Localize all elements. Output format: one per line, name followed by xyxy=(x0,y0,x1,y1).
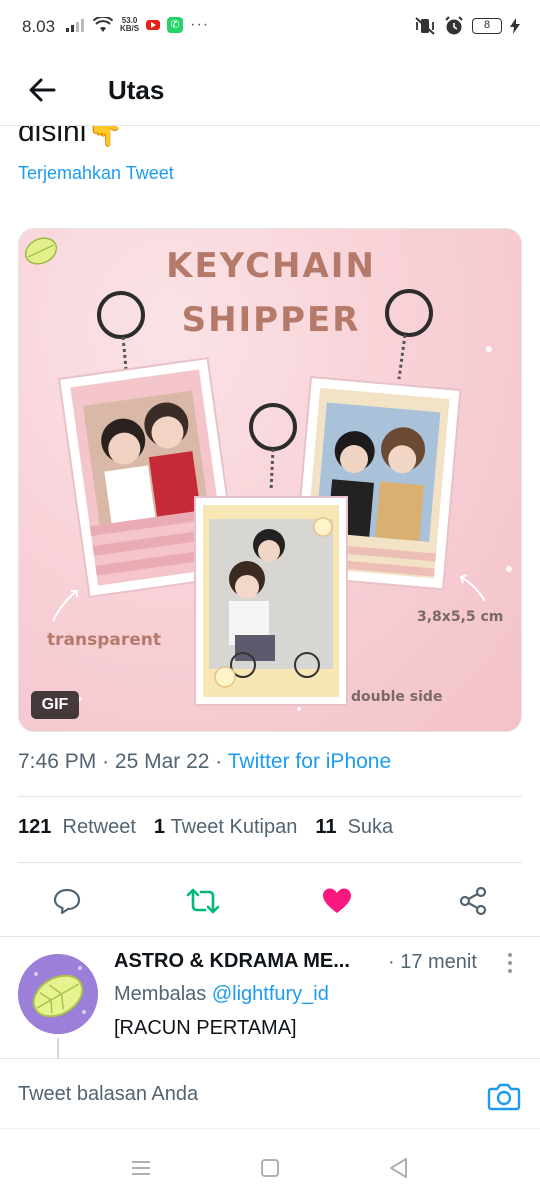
menu-icon xyxy=(132,1161,150,1175)
reply-text: [RACUN PERTAMA] xyxy=(114,1017,297,1039)
arrow-left-icon xyxy=(29,78,56,102)
alarm-icon xyxy=(445,16,463,35)
media-illustration: KEYCHAIN SHIPPER transparent 3,8x5,5 cm … xyxy=(24,237,512,711)
thread-line xyxy=(57,1038,59,1058)
app-header: Utas xyxy=(0,56,540,126)
share-button[interactable] xyxy=(454,882,492,920)
reply-more-button[interactable] xyxy=(500,948,520,978)
share-icon xyxy=(459,886,487,916)
quotes-stat[interactable]: 1 Tweet Kutipan xyxy=(154,816,297,839)
retweet-icon xyxy=(186,888,220,914)
like-button[interactable] xyxy=(318,882,356,920)
heart-icon xyxy=(323,888,351,913)
tweet-meta: 7:46 PM · 25 Mar 22 · Twitter for iPhone xyxy=(18,750,392,773)
status-time: 8.03 xyxy=(22,17,56,36)
system-back-button[interactable] xyxy=(386,1155,412,1181)
tweet-source-link[interactable]: Twitter for iPhone xyxy=(228,750,391,773)
whatsapp-icon: ✆ xyxy=(167,17,184,33)
status-bar: 8.03 53.0 KB/S ✆ ··· 8 xyxy=(0,0,540,56)
reply-time: · 17 menit xyxy=(388,951,477,973)
recents-button[interactable] xyxy=(128,1155,154,1181)
tweet-time: 7:46 PM xyxy=(18,750,97,773)
tweet-actions xyxy=(0,876,540,926)
retweets-stat[interactable]: 121 Retweet xyxy=(18,816,136,839)
leaf-avatar-icon xyxy=(18,954,98,1034)
translate-tweet-link[interactable]: Terjemahkan Tweet xyxy=(18,163,174,184)
triangle-back-icon xyxy=(390,1158,407,1178)
avatar[interactable] xyxy=(18,954,98,1034)
divider xyxy=(18,796,522,797)
gif-badge: GIF xyxy=(31,691,79,719)
wifi-icon xyxy=(93,17,113,32)
more-notifications-icon: ··· xyxy=(190,16,210,33)
media-label-double-side: double side xyxy=(351,689,442,705)
tweet-media-gif[interactable]: KEYCHAIN SHIPPER transparent 3,8x5,5 cm … xyxy=(18,228,522,732)
net-speed: 53.0 KB/S xyxy=(120,16,140,33)
keychain-title-line2: SHIPPER xyxy=(182,300,361,340)
tweet-stats: 121 Retweet 1 Tweet Kutipan 11 Suka xyxy=(18,816,393,839)
divider xyxy=(18,862,522,863)
replying-to: Membalas @lightfury_id xyxy=(114,983,329,1005)
media-label-size: 3,8x5,5 cm xyxy=(417,609,503,625)
retweet-button[interactable] xyxy=(184,882,222,920)
reply-button[interactable] xyxy=(48,882,86,920)
page-title: Utas xyxy=(108,75,165,105)
reply-composer: Tweet balasan Anda xyxy=(0,1058,540,1128)
mention-link[interactable]: @lightfury_id xyxy=(212,983,329,1005)
youtube-icon xyxy=(146,20,161,30)
home-square-icon xyxy=(261,1159,279,1177)
status-right-icons: 8 xyxy=(414,16,520,36)
vibrate-off-icon xyxy=(415,17,435,35)
back-button[interactable] xyxy=(22,70,62,110)
keychain-title-line1: KEYCHAIN xyxy=(166,246,376,286)
media-label-transparent: transparent xyxy=(47,630,161,650)
camera-icon xyxy=(487,1083,521,1111)
status-left-icons: 53.0 KB/S ✆ ··· xyxy=(66,16,209,34)
more-vertical-icon xyxy=(508,953,512,973)
likes-stat[interactable]: 11 Suka xyxy=(315,816,393,839)
reply-input[interactable]: Tweet balasan Anda xyxy=(18,1083,198,1106)
divider xyxy=(0,936,540,937)
system-nav-bar xyxy=(0,1128,540,1200)
battery-indicator: 8 xyxy=(472,18,502,34)
reply-author-name[interactable]: ASTRO & KDRAMA ME... xyxy=(114,950,350,973)
tweet-date: 25 Mar 22 xyxy=(114,750,210,773)
charging-icon xyxy=(510,18,520,34)
comment-icon xyxy=(53,888,81,915)
camera-button[interactable] xyxy=(486,1079,522,1115)
signal-icon xyxy=(66,19,84,32)
home-button[interactable] xyxy=(257,1155,283,1181)
